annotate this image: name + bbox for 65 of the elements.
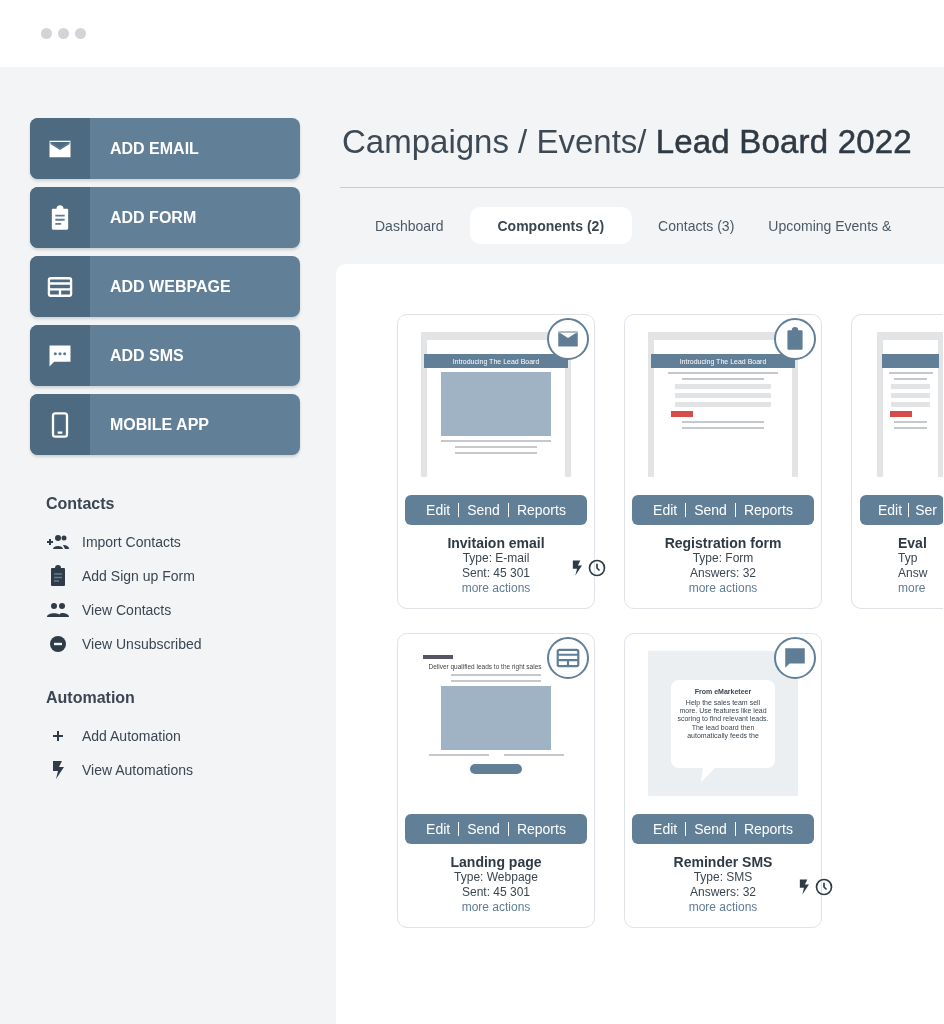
card-action-link[interactable]: Reports (507, 822, 566, 836)
sidebar-link[interactable]: View Contacts (46, 593, 172, 627)
card-action-link[interactable]: Ser (908, 503, 937, 517)
section-heading: Contacts (46, 495, 116, 513)
more-actions-link[interactable]: more actions (688, 900, 758, 915)
breadcrumb-title: Campaigns / Events/ Lead Board 2022 (342, 123, 913, 161)
card-action-link[interactable]: Send (685, 822, 727, 836)
card-stat: Sent: 45 301 (461, 885, 531, 900)
card-title: Landing page (450, 854, 542, 870)
clock-icon (586, 558, 607, 578)
sidebar-link[interactable]: View Automations (46, 753, 194, 787)
form-field-drawing (891, 384, 930, 389)
form-field-drawing (891, 402, 930, 407)
card-title: Eval (898, 535, 927, 551)
window-dot-icon (75, 28, 86, 39)
card-action-link[interactable]: Edit (653, 502, 678, 518)
card-action-link[interactable]: Edit (878, 502, 903, 518)
card-type: Type: Form (692, 551, 754, 566)
logo-drawing (423, 655, 453, 659)
window-dot-icon (58, 28, 69, 39)
preview-banner (881, 354, 940, 368)
tab[interactable]: Contacts (3) (636, 207, 757, 244)
card-action-link[interactable]: Edit (426, 502, 451, 518)
tab[interactable]: Components (2) (469, 207, 633, 244)
card-stat: Answers: 32 (690, 885, 756, 900)
register-button-drawing (470, 764, 522, 774)
card-action-link[interactable]: Reports (507, 503, 566, 517)
form-field-drawing (891, 393, 930, 398)
card-title: Registration form (664, 535, 782, 551)
card-action-link[interactable]: Edit (653, 821, 678, 837)
card-type: Type: SMS (693, 870, 753, 885)
card-action-link[interactable]: Send (458, 822, 500, 836)
section-heading: Automation (46, 689, 136, 707)
card-action-link[interactable]: Reports (734, 503, 793, 517)
tab[interactable]: Upcoming Events & (760, 207, 892, 244)
submit-button-drawing (889, 411, 912, 417)
tab[interactable]: Dashboard (353, 207, 466, 244)
sidebar-link[interactable]: View Unsubscribed (46, 627, 202, 661)
card-action-link[interactable]: Send (685, 503, 727, 517)
more-actions-link[interactable]: more actions (461, 581, 531, 596)
card-type: Type: E-mail (462, 551, 530, 566)
submit-button-drawing (670, 411, 693, 417)
clock-icon (814, 877, 835, 897)
add-button[interactable]: MOBILE APP (30, 394, 300, 455)
card-title: Reminder SMS (673, 854, 773, 870)
more-actions-link[interactable]: more actions (461, 900, 531, 915)
card-stat: Sent: 45 301 (461, 566, 531, 581)
sidebar-link[interactable]: Add Sign up Form (46, 559, 195, 593)
sidebar-link[interactable]: Import Contacts (46, 525, 181, 559)
more-actions-link[interactable]: more actions (688, 581, 758, 596)
card-type: Type: Webpage (454, 870, 538, 885)
card-action-link[interactable]: Send (458, 503, 500, 517)
add-button[interactable]: ADD FORM (30, 187, 300, 248)
card-action-link[interactable]: Edit (426, 821, 451, 837)
card-type: Typ (898, 551, 918, 566)
sidebar-link[interactable]: Add Automation (46, 719, 181, 753)
window-dot-icon (41, 28, 52, 39)
card-stat: Answers: 32 (690, 566, 756, 581)
card-title: Invitaion email (447, 535, 545, 551)
card-stat: Answ (898, 566, 928, 581)
more-actions-link[interactable]: more (898, 581, 926, 596)
add-button[interactable]: ADD EMAIL (30, 118, 300, 179)
card-action-link[interactable]: Reports (734, 822, 793, 836)
add-button[interactable]: ADD SMS (30, 325, 300, 386)
add-button[interactable]: ADD WEBPAGE (30, 256, 300, 317)
